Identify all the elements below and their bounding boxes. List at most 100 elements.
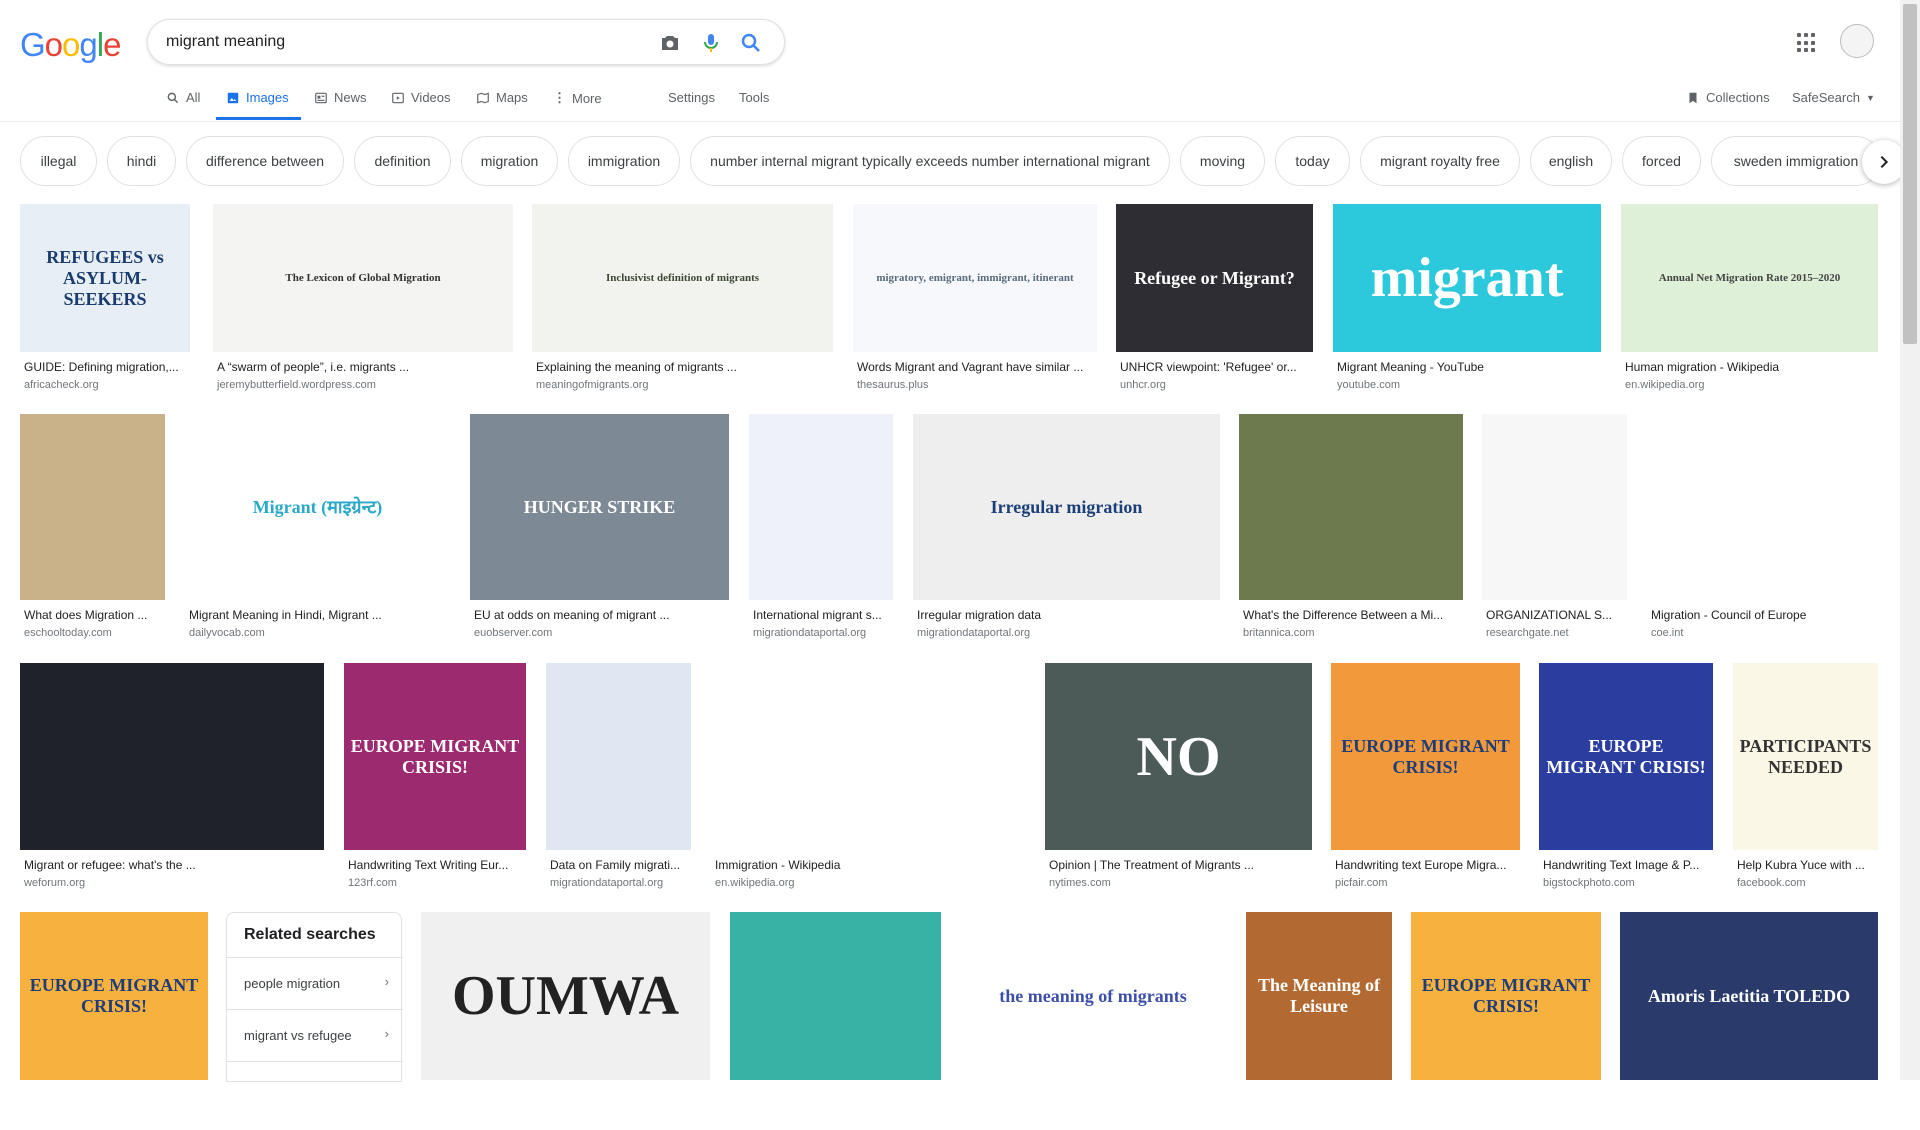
image-result[interactable]: HUNGER STRIKE EU at odds on meaning of mi… bbox=[470, 414, 729, 650]
image-result[interactable]: Migrant or refugee: what's the ... weforu… bbox=[20, 663, 324, 900]
image-thumbnail[interactable]: The Meaning of Leisure bbox=[1246, 912, 1392, 1080]
result-title[interactable]: Human migration - Wikipedia bbox=[1625, 360, 1876, 374]
tab-all[interactable]: All bbox=[166, 90, 200, 105]
tab-more[interactable]: ⋮ More bbox=[553, 90, 602, 106]
microphone-icon[interactable] bbox=[699, 31, 723, 55]
image-thumbnail[interactable] bbox=[20, 414, 165, 600]
image-result[interactable]: the meaning of migrants bbox=[960, 912, 1226, 1130]
image-result[interactable]: EUROPE MIGRANT CRISIS! Handwriting Text W… bbox=[344, 663, 526, 900]
related-search-item[interactable] bbox=[227, 1061, 403, 1113]
image-result[interactable]: ORGANIZATIONAL S... researchgate.net bbox=[1482, 414, 1627, 650]
chip[interactable]: migrant royalty free bbox=[1360, 136, 1520, 186]
image-result[interactable]: International migrant s... migrationdatap… bbox=[749, 414, 893, 650]
result-title[interactable]: Irregular migration data bbox=[917, 608, 1218, 622]
result-title[interactable]: A “swarm of people”, i.e. migrants ... bbox=[217, 360, 511, 374]
chip[interactable]: forced bbox=[1622, 136, 1701, 186]
result-title[interactable]: EU at odds on meaning of migrant ... bbox=[474, 608, 727, 622]
tab-images[interactable]: Images bbox=[226, 90, 289, 105]
image-result[interactable]: Irregular migration Irregular migration d… bbox=[913, 414, 1220, 650]
related-search-item[interactable]: migrant vs refugee › bbox=[227, 1009, 403, 1061]
result-title[interactable]: Handwriting Text Writing Eur... bbox=[348, 858, 524, 872]
result-title[interactable]: ORGANIZATIONAL S... bbox=[1486, 608, 1625, 622]
image-thumbnail[interactable]: Irregular migration bbox=[913, 414, 1220, 600]
image-result[interactable]: EUROPE MIGRANT CRISIS! Handwriting text E… bbox=[1331, 663, 1520, 900]
avatar[interactable] bbox=[1840, 24, 1874, 58]
result-title[interactable]: Data on Family migrati... bbox=[550, 858, 689, 872]
image-thumbnail[interactable] bbox=[711, 663, 1025, 850]
tab-tools[interactable]: Tools bbox=[739, 90, 769, 105]
camera-icon[interactable] bbox=[658, 31, 682, 55]
result-title[interactable]: Migrant Meaning in Hindi, Migrant ... bbox=[189, 608, 448, 622]
image-result[interactable]: OUMWA bbox=[421, 912, 710, 1130]
safesearch-button[interactable]: SafeSearch ▼ bbox=[1792, 90, 1875, 105]
chip[interactable]: immigration bbox=[568, 136, 680, 186]
image-thumbnail[interactable] bbox=[20, 663, 324, 850]
apps-icon[interactable] bbox=[1797, 33, 1817, 53]
image-result[interactable]: EUROPE MIGRANT CRISIS! bbox=[1411, 912, 1601, 1130]
result-title[interactable]: Words Migrant and Vagrant have similar .… bbox=[857, 360, 1095, 374]
tab-maps[interactable]: Maps bbox=[476, 90, 528, 105]
image-result[interactable]: Amoris Laetitia TOLEDO bbox=[1620, 912, 1878, 1130]
image-result[interactable]: Refugee or Migrant? UNHCR viewpoint: 'Ref… bbox=[1116, 204, 1313, 402]
chip[interactable]: english bbox=[1530, 136, 1612, 186]
chip[interactable]: illegal bbox=[20, 136, 97, 186]
tab-settings[interactable]: Settings bbox=[668, 90, 715, 105]
tab-news[interactable]: News bbox=[314, 90, 367, 105]
image-result[interactable]: What's the Difference Between a Mi... bri… bbox=[1239, 414, 1463, 650]
image-thumbnail[interactable] bbox=[546, 663, 691, 850]
image-result[interactable]: What does Migration ... eschooltoday.com bbox=[20, 414, 165, 650]
result-title[interactable]: What's the Difference Between a Mi... bbox=[1243, 608, 1461, 622]
image-thumbnail[interactable]: Refugee or Migrant? bbox=[1116, 204, 1313, 352]
search-box[interactable]: migrant meaning bbox=[147, 19, 785, 65]
image-result[interactable]: Immigration - Wikipedia en.wikipedia.org bbox=[711, 663, 1025, 900]
result-title[interactable]: Help Kubra Yuce with ... bbox=[1737, 858, 1876, 872]
result-title[interactable]: Migrant Meaning - YouTube bbox=[1337, 360, 1599, 374]
result-title[interactable]: UNHCR viewpoint: 'Refugee' or... bbox=[1120, 360, 1311, 374]
collections-button[interactable]: Collections bbox=[1686, 90, 1770, 105]
image-thumbnail[interactable]: EUROPE MIGRANT CRISIS! bbox=[1411, 912, 1601, 1080]
image-result[interactable]: The Meaning of Leisure bbox=[1246, 912, 1392, 1130]
image-thumbnail[interactable] bbox=[1239, 414, 1463, 600]
chip[interactable]: moving bbox=[1180, 136, 1265, 186]
image-thumbnail[interactable]: EUROPE MIGRANT CRISIS! bbox=[20, 912, 208, 1080]
image-result[interactable]: EUROPE MIGRANT CRISIS! Handwriting Text I… bbox=[1539, 663, 1713, 900]
image-thumbnail[interactable] bbox=[749, 414, 893, 600]
image-thumbnail[interactable]: Annual Net Migration Rate 2015–2020 bbox=[1621, 204, 1878, 352]
result-title[interactable]: Handwriting text Europe Migra... bbox=[1335, 858, 1518, 872]
tab-videos[interactable]: Videos bbox=[391, 90, 451, 105]
result-title[interactable]: Immigration - Wikipedia bbox=[715, 858, 1023, 872]
image-thumbnail[interactable]: Migrant (माइग्रेन्ट) bbox=[185, 414, 450, 600]
result-title[interactable]: Migrant or refugee: what's the ... bbox=[24, 858, 322, 872]
google-logo[interactable]: Google bbox=[20, 26, 121, 64]
chip[interactable]: definition bbox=[354, 136, 451, 186]
image-result[interactable] bbox=[730, 912, 941, 1130]
image-result[interactable]: The Lexicon of Global Migration A “swarm … bbox=[213, 204, 513, 402]
search-icon[interactable] bbox=[739, 31, 763, 55]
chip[interactable]: hindi bbox=[107, 136, 176, 186]
image-result[interactable]: PARTICIPANTS NEEDED Help Kubra Yuce with … bbox=[1733, 663, 1878, 900]
image-thumbnail[interactable]: OUMWA bbox=[421, 912, 710, 1080]
result-title[interactable]: Opinion | The Treatment of Migrants ... bbox=[1049, 858, 1310, 872]
image-thumbnail[interactable]: the meaning of migrants bbox=[960, 912, 1226, 1080]
image-thumbnail[interactable]: migrant bbox=[1333, 204, 1601, 352]
image-thumbnail[interactable]: Amoris Laetitia TOLEDO bbox=[1620, 912, 1878, 1080]
image-result[interactable]: NO Opinion | The Treatment of Migrants ..… bbox=[1045, 663, 1312, 900]
image-result[interactable]: migrant Migrant Meaning - YouTube youtube.… bbox=[1333, 204, 1601, 402]
image-thumbnail[interactable] bbox=[1647, 414, 1878, 600]
chip[interactable]: difference between bbox=[186, 136, 344, 186]
chip[interactable]: number internal migrant typically exceed… bbox=[690, 136, 1170, 186]
image-thumbnail[interactable]: The Lexicon of Global Migration bbox=[213, 204, 513, 352]
image-thumbnail[interactable]: NO bbox=[1045, 663, 1312, 850]
image-thumbnail[interactable]: HUNGER STRIKE bbox=[470, 414, 729, 600]
image-result[interactable]: EUROPE MIGRANT CRISIS! bbox=[20, 912, 208, 1130]
result-title[interactable]: What does Migration ... bbox=[24, 608, 163, 622]
chip[interactable]: today bbox=[1275, 136, 1350, 186]
image-thumbnail[interactable] bbox=[730, 912, 941, 1080]
image-thumbnail[interactable]: PARTICIPANTS NEEDED bbox=[1733, 663, 1878, 850]
image-thumbnail[interactable]: EUROPE MIGRANT CRISIS! bbox=[1539, 663, 1713, 850]
image-thumbnail[interactable]: migratory, emigrant, immigrant, itineran… bbox=[853, 204, 1097, 352]
result-title[interactable]: GUIDE: Defining migration,... bbox=[24, 360, 188, 374]
result-title[interactable]: Migration - Council of Europe bbox=[1651, 608, 1876, 622]
image-thumbnail[interactable]: Inclusivist definition of migrants bbox=[532, 204, 833, 352]
image-result[interactable]: Migration - Council of Europe coe.int bbox=[1647, 414, 1878, 650]
